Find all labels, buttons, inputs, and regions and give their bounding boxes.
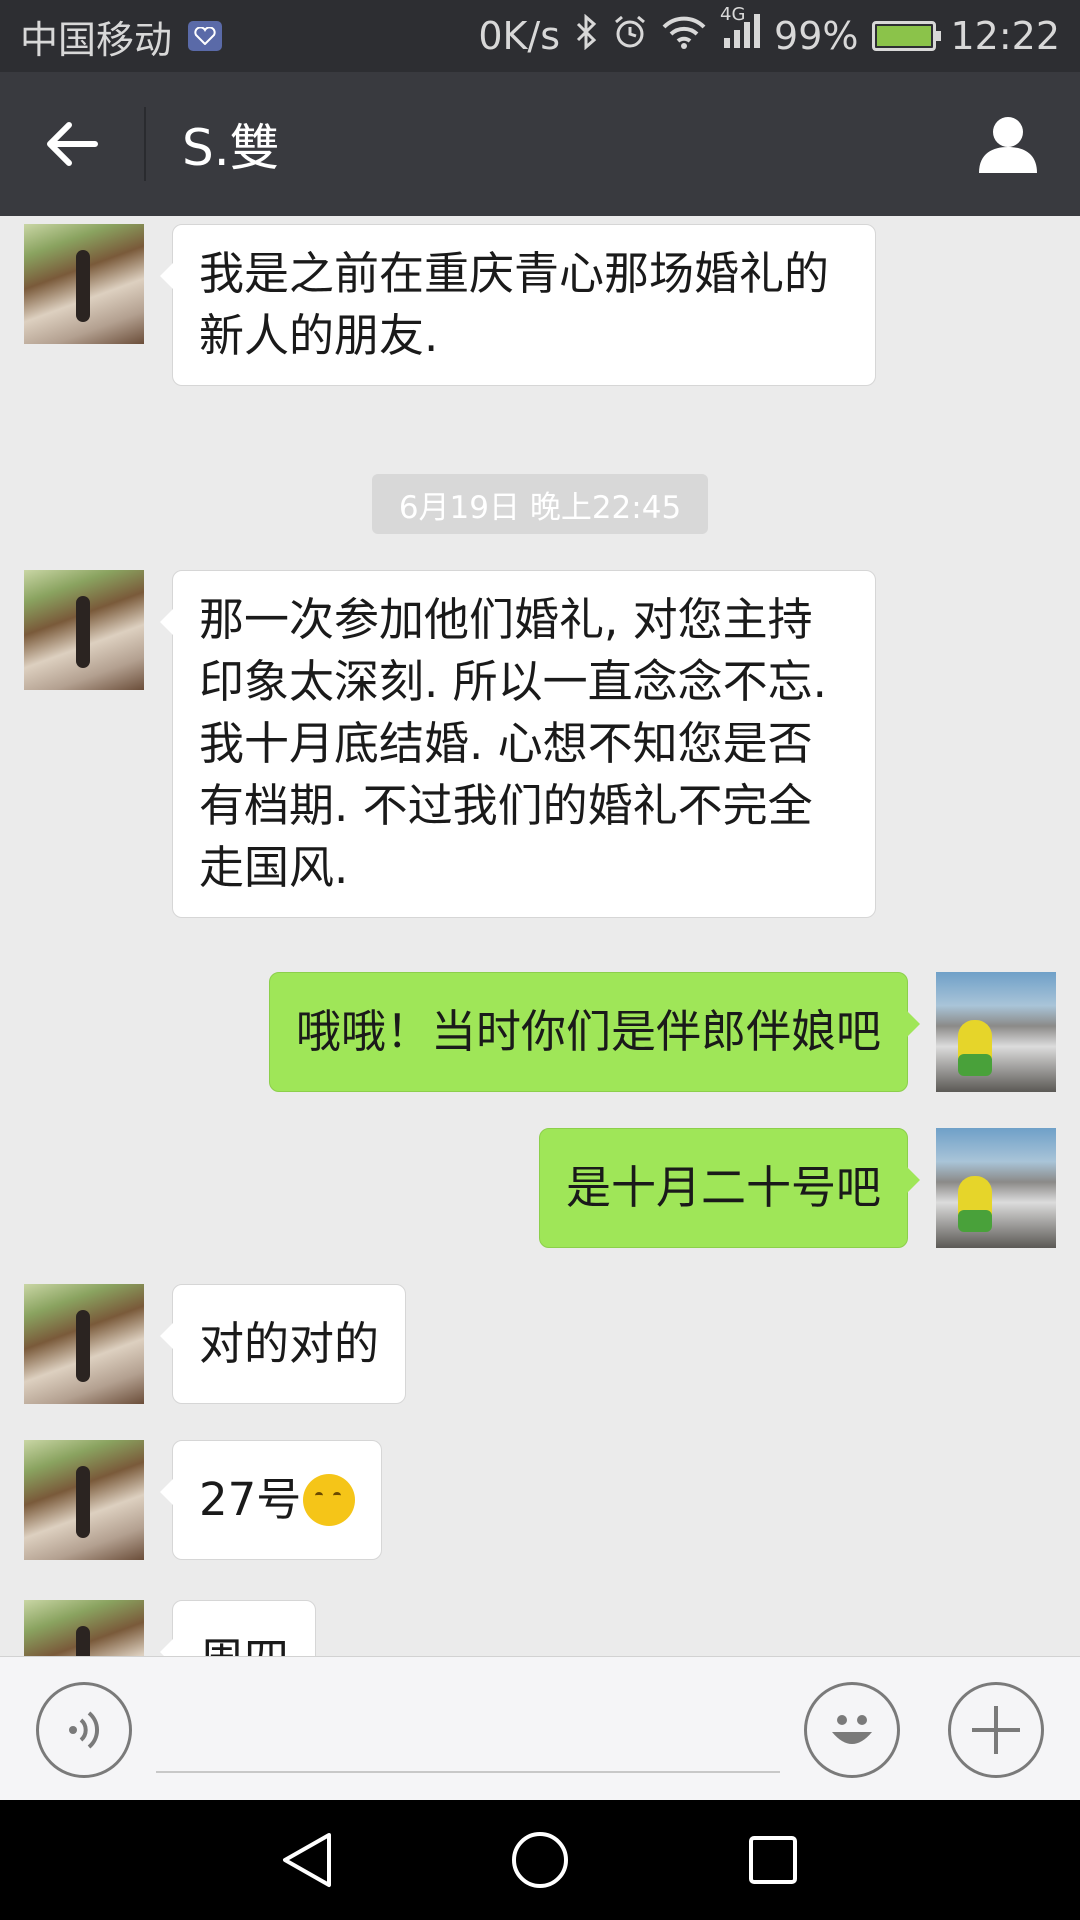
message-text: 周四 xyxy=(199,1629,289,1656)
self-avatar[interactable] xyxy=(936,972,1056,1092)
self-avatar[interactable] xyxy=(936,1128,1056,1248)
nav-recents-button[interactable] xyxy=(728,1815,818,1905)
message-bubble-incoming[interactable]: 27号 xyxy=(159,1440,383,1560)
person-icon xyxy=(979,117,1037,173)
chat-info-button[interactable] xyxy=(936,72,1080,216)
message-bubble-incoming[interactable]: 那一次参加他们婚礼, 对您主持印象太深刻. 所以一直念念不忘. 我十月底结婚. … xyxy=(160,570,876,918)
arrow-left-icon xyxy=(47,122,98,166)
message-text: 27号 xyxy=(199,1473,302,1526)
message-bubble-incoming[interactable]: 我是之前在重庆青心那场婚礼的新人的朋友. xyxy=(160,224,876,386)
message-timestamp: 6月19日 晚上22:45 xyxy=(372,474,708,534)
message-input[interactable] xyxy=(156,1697,780,1773)
network-speed: 0K/s xyxy=(478,14,561,58)
more-button[interactable] xyxy=(948,1682,1044,1778)
friend-avatar[interactable] xyxy=(24,570,144,690)
triangle-back-icon xyxy=(282,1833,331,1887)
chat-title: S.雙 xyxy=(182,119,280,177)
title-bar: S.雙 xyxy=(0,72,1080,216)
friend-avatar[interactable] xyxy=(24,1284,144,1404)
carrier-label: 中国移动 xyxy=(20,17,173,62)
navigation-bar xyxy=(0,1800,1080,1920)
wifi-icon xyxy=(662,14,706,58)
thinking-face-icon xyxy=(303,1474,356,1526)
smiley-icon xyxy=(832,1715,872,1744)
back-button[interactable] xyxy=(0,72,144,216)
chat-area[interactable]: 我是之前在重庆青心那场婚礼的新人的朋友. 6月19日 晚上22:45 那一次参加… xyxy=(0,216,1080,1656)
message-bubble-outgoing[interactable]: 是十月二十号吧 xyxy=(538,1128,921,1248)
message-text: 对的对的 xyxy=(199,1317,380,1370)
friend-avatar[interactable] xyxy=(24,224,144,344)
message-text: 是十月二十号吧 xyxy=(565,1161,881,1214)
clock: 12:22 xyxy=(950,14,1060,58)
cell-signal-icon: 4G xyxy=(720,4,761,59)
nav-home-button[interactable] xyxy=(495,1815,585,1905)
message-bubble-incoming[interactable]: 对的对的 xyxy=(159,1284,407,1404)
input-bar xyxy=(0,1656,1080,1800)
battery-icon xyxy=(872,21,942,51)
circle-home-icon xyxy=(511,1832,568,1888)
message-text: 那一次参加他们婚礼, 对您主持印象太深刻. 所以一直念念不忘. 我十月底结婚. … xyxy=(199,593,827,894)
square-recents-icon xyxy=(749,1836,798,1884)
alarm-icon xyxy=(612,14,648,59)
status-bar: 中国移动 0K/s 4G 99% 12:22 xyxy=(0,0,1080,72)
plus-icon xyxy=(972,1706,1020,1754)
voice-icon xyxy=(69,1711,100,1749)
nav-back-button[interactable] xyxy=(262,1815,352,1905)
battery-percent: 99% xyxy=(774,14,859,58)
message-bubble-incoming[interactable]: 周四 xyxy=(159,1600,317,1656)
friend-avatar[interactable] xyxy=(24,1600,144,1656)
message-text: 我是之前在重庆青心那场婚礼的新人的朋友. xyxy=(199,247,830,362)
message-bubble-outgoing[interactable]: 哦哦！当时你们是伴郎伴娘吧 xyxy=(268,972,921,1092)
bluetooth-icon xyxy=(574,13,598,59)
emoji-button[interactable] xyxy=(804,1682,900,1778)
friend-avatar[interactable] xyxy=(24,1440,144,1560)
health-app-icon xyxy=(188,21,223,51)
message-text: 哦哦！当时你们是伴郎伴娘吧 xyxy=(295,1005,881,1058)
voice-button[interactable] xyxy=(36,1682,132,1778)
